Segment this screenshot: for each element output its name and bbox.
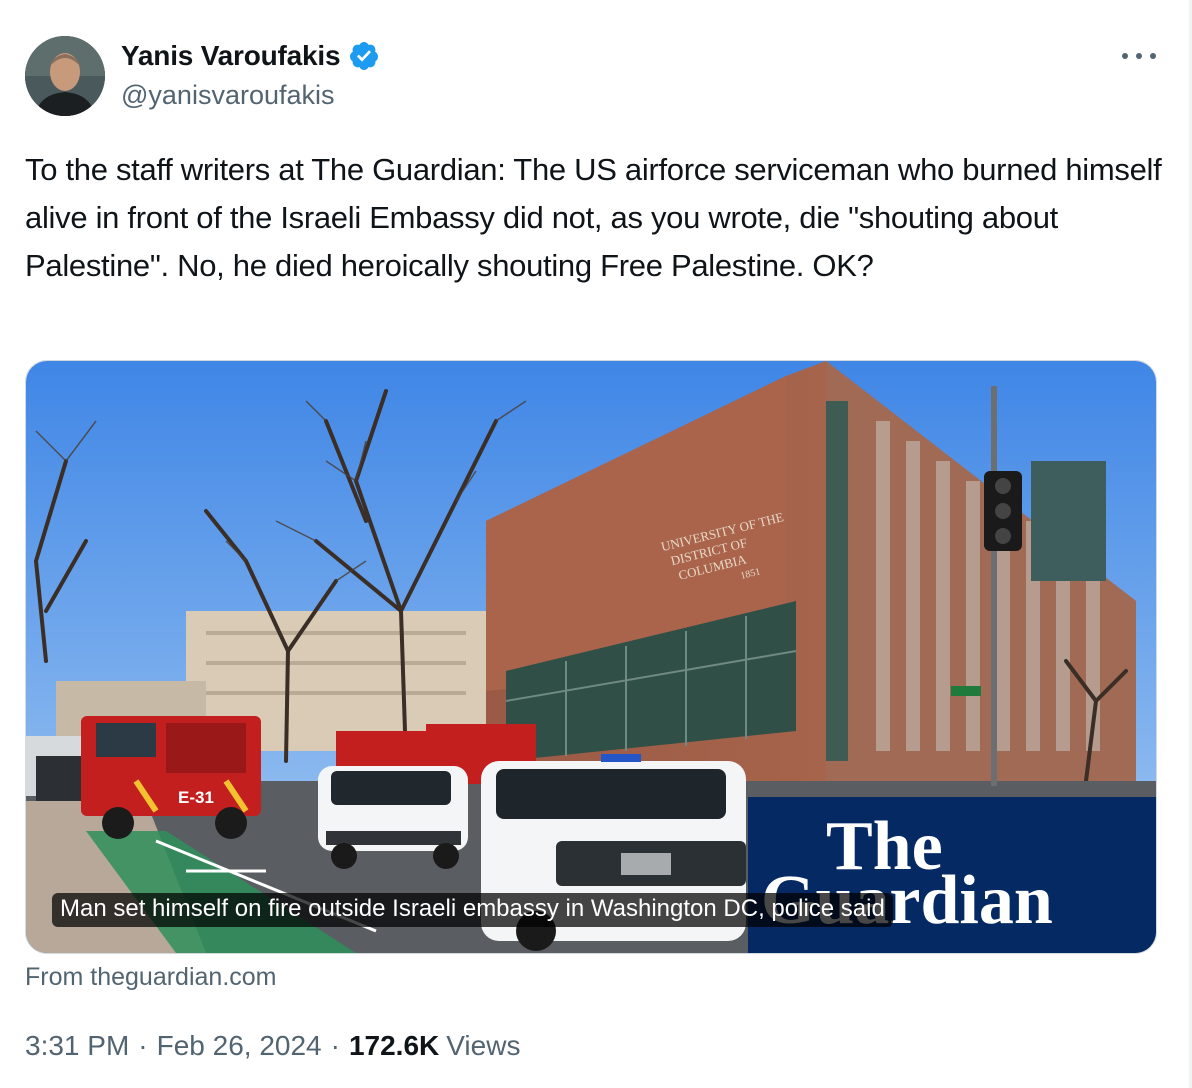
- link-card[interactable]: UNIVERSITY OF THE DISTRICT OF COLUMBIA 1…: [25, 360, 1157, 954]
- separator: ·: [330, 1030, 340, 1061]
- card-caption: Man set himself on fire outside Israeli …: [52, 893, 893, 927]
- verified-badge-icon[interactable]: [348, 40, 380, 72]
- more-options-icon[interactable]: [1122, 44, 1156, 68]
- more-dot: [1150, 53, 1156, 59]
- author-handle[interactable]: @yanisvaroufakis: [121, 80, 335, 111]
- views-label: Views: [446, 1030, 521, 1061]
- avatar[interactable]: [25, 36, 105, 116]
- more-dot: [1136, 53, 1142, 59]
- svg-text:E-31: E-31: [178, 788, 214, 807]
- avatar-photo: [25, 36, 105, 116]
- more-dot: [1122, 53, 1128, 59]
- tweet-time[interactable]: 3:31 PM: [25, 1030, 129, 1062]
- author-name[interactable]: Yanis Varoufakis: [121, 40, 341, 72]
- tweet-metadata: 3:31 PM · Feb 26, 2024 · 172.6K Views: [25, 1030, 520, 1062]
- separator: ·: [138, 1030, 148, 1061]
- author-row[interactable]: Yanis Varoufakis: [121, 38, 380, 74]
- tweet-date[interactable]: Feb 26, 2024: [157, 1030, 322, 1062]
- card-source-link[interactable]: From theguardian.com: [25, 963, 277, 992]
- article-image: UNIVERSITY OF THE DISTRICT OF COLUMBIA 1…: [26, 361, 1156, 953]
- tweet-text: To the staff writers at The Guardian: Th…: [25, 152, 1170, 283]
- views-count[interactable]: 172.6K: [349, 1030, 439, 1062]
